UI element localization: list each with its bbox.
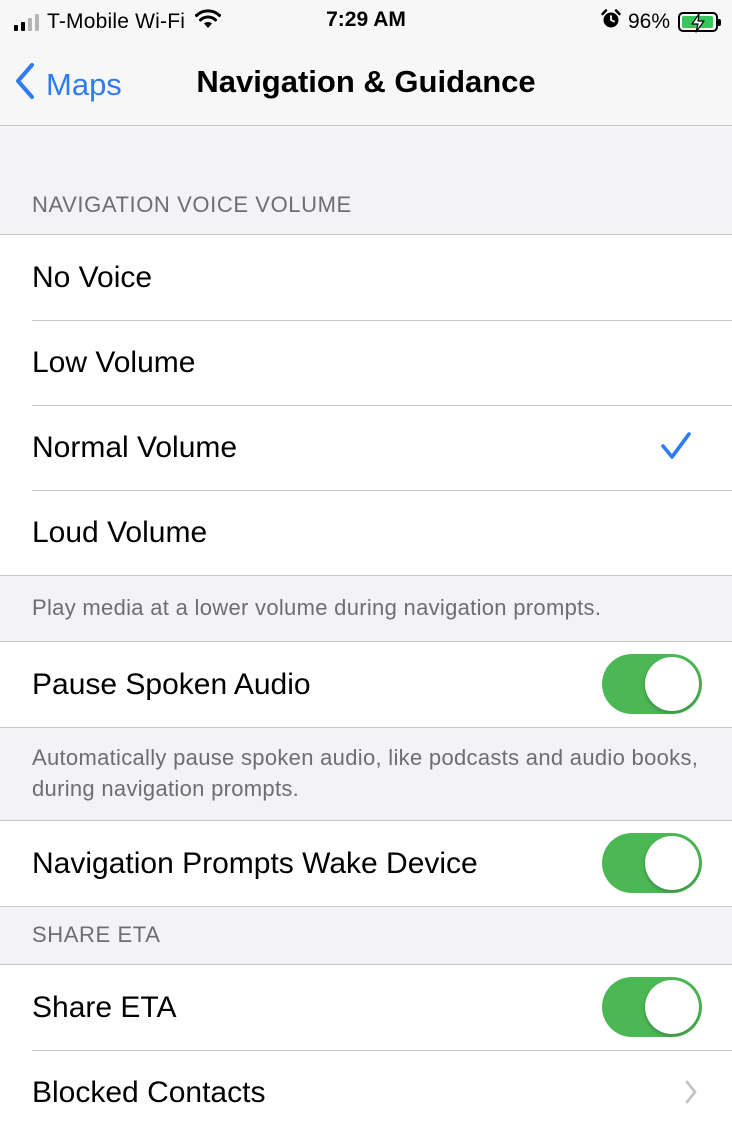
wake-device-toggle[interactable] <box>602 833 702 893</box>
navigation-bar: Maps Navigation & Guidance <box>0 40 732 126</box>
back-button[interactable]: Maps <box>14 62 122 108</box>
carrier-label: T-Mobile Wi-Fi <box>47 10 186 33</box>
blocked-contacts-label: Blocked Contacts <box>32 1075 266 1109</box>
wifi-icon <box>193 8 223 36</box>
share-eta-row: Share ETA <box>0 965 732 1050</box>
section-header-share-eta: SHARE ETA <box>32 922 161 947</box>
chevron-left-icon <box>14 62 36 108</box>
option-label: Normal Volume <box>32 430 238 464</box>
share-eta-toggle[interactable] <box>602 977 702 1037</box>
alarm-icon <box>600 8 622 36</box>
option-label: No Voice <box>32 260 153 294</box>
checkmark-icon <box>660 431 692 469</box>
share-eta-label: Share ETA <box>32 990 177 1024</box>
battery-percent: 96% <box>627 10 670 33</box>
option-no-voice[interactable]: No Voice <box>0 235 732 320</box>
wake-device-label: Navigation Prompts Wake Device <box>32 846 478 880</box>
blocked-contacts-row[interactable]: Blocked Contacts <box>0 1050 732 1135</box>
wake-device-row: Navigation Prompts Wake Device <box>0 821 732 906</box>
share-eta-group: Share ETA Blocked Contacts <box>0 964 732 1135</box>
status-bar: T-Mobile Wi-Fi 7:29 AM 96% <box>0 0 732 40</box>
pause-spoken-audio-row: Pause Spoken Audio <box>0 642 732 727</box>
option-label: Loud Volume <box>32 515 208 549</box>
pause-spoken-audio-label: Pause Spoken Audio <box>32 667 311 701</box>
pause-audio-footer: Automatically pause spoken audio, like p… <box>32 745 699 801</box>
pause-spoken-audio-toggle[interactable] <box>602 654 702 714</box>
back-button-label: Maps <box>46 67 122 102</box>
wake-device-group: Navigation Prompts Wake Device <box>0 820 732 907</box>
section-header-voice-volume: NAVIGATION VOICE VOLUME <box>32 192 352 217</box>
option-label: Low Volume <box>32 345 196 379</box>
option-loud-volume[interactable]: Loud Volume <box>0 490 732 575</box>
battery-charging-icon <box>678 12 721 33</box>
pause-audio-group: Pause Spoken Audio <box>0 641 732 728</box>
voice-volume-footer: Play media at a lower volume during navi… <box>32 595 602 620</box>
voice-volume-group: No Voice Low Volume Normal Volume Loud V… <box>0 234 732 576</box>
option-normal-volume[interactable]: Normal Volume <box>0 405 732 490</box>
signal-icon <box>14 13 39 31</box>
chevron-right-icon <box>684 1079 698 1113</box>
option-low-volume[interactable]: Low Volume <box>0 320 732 405</box>
